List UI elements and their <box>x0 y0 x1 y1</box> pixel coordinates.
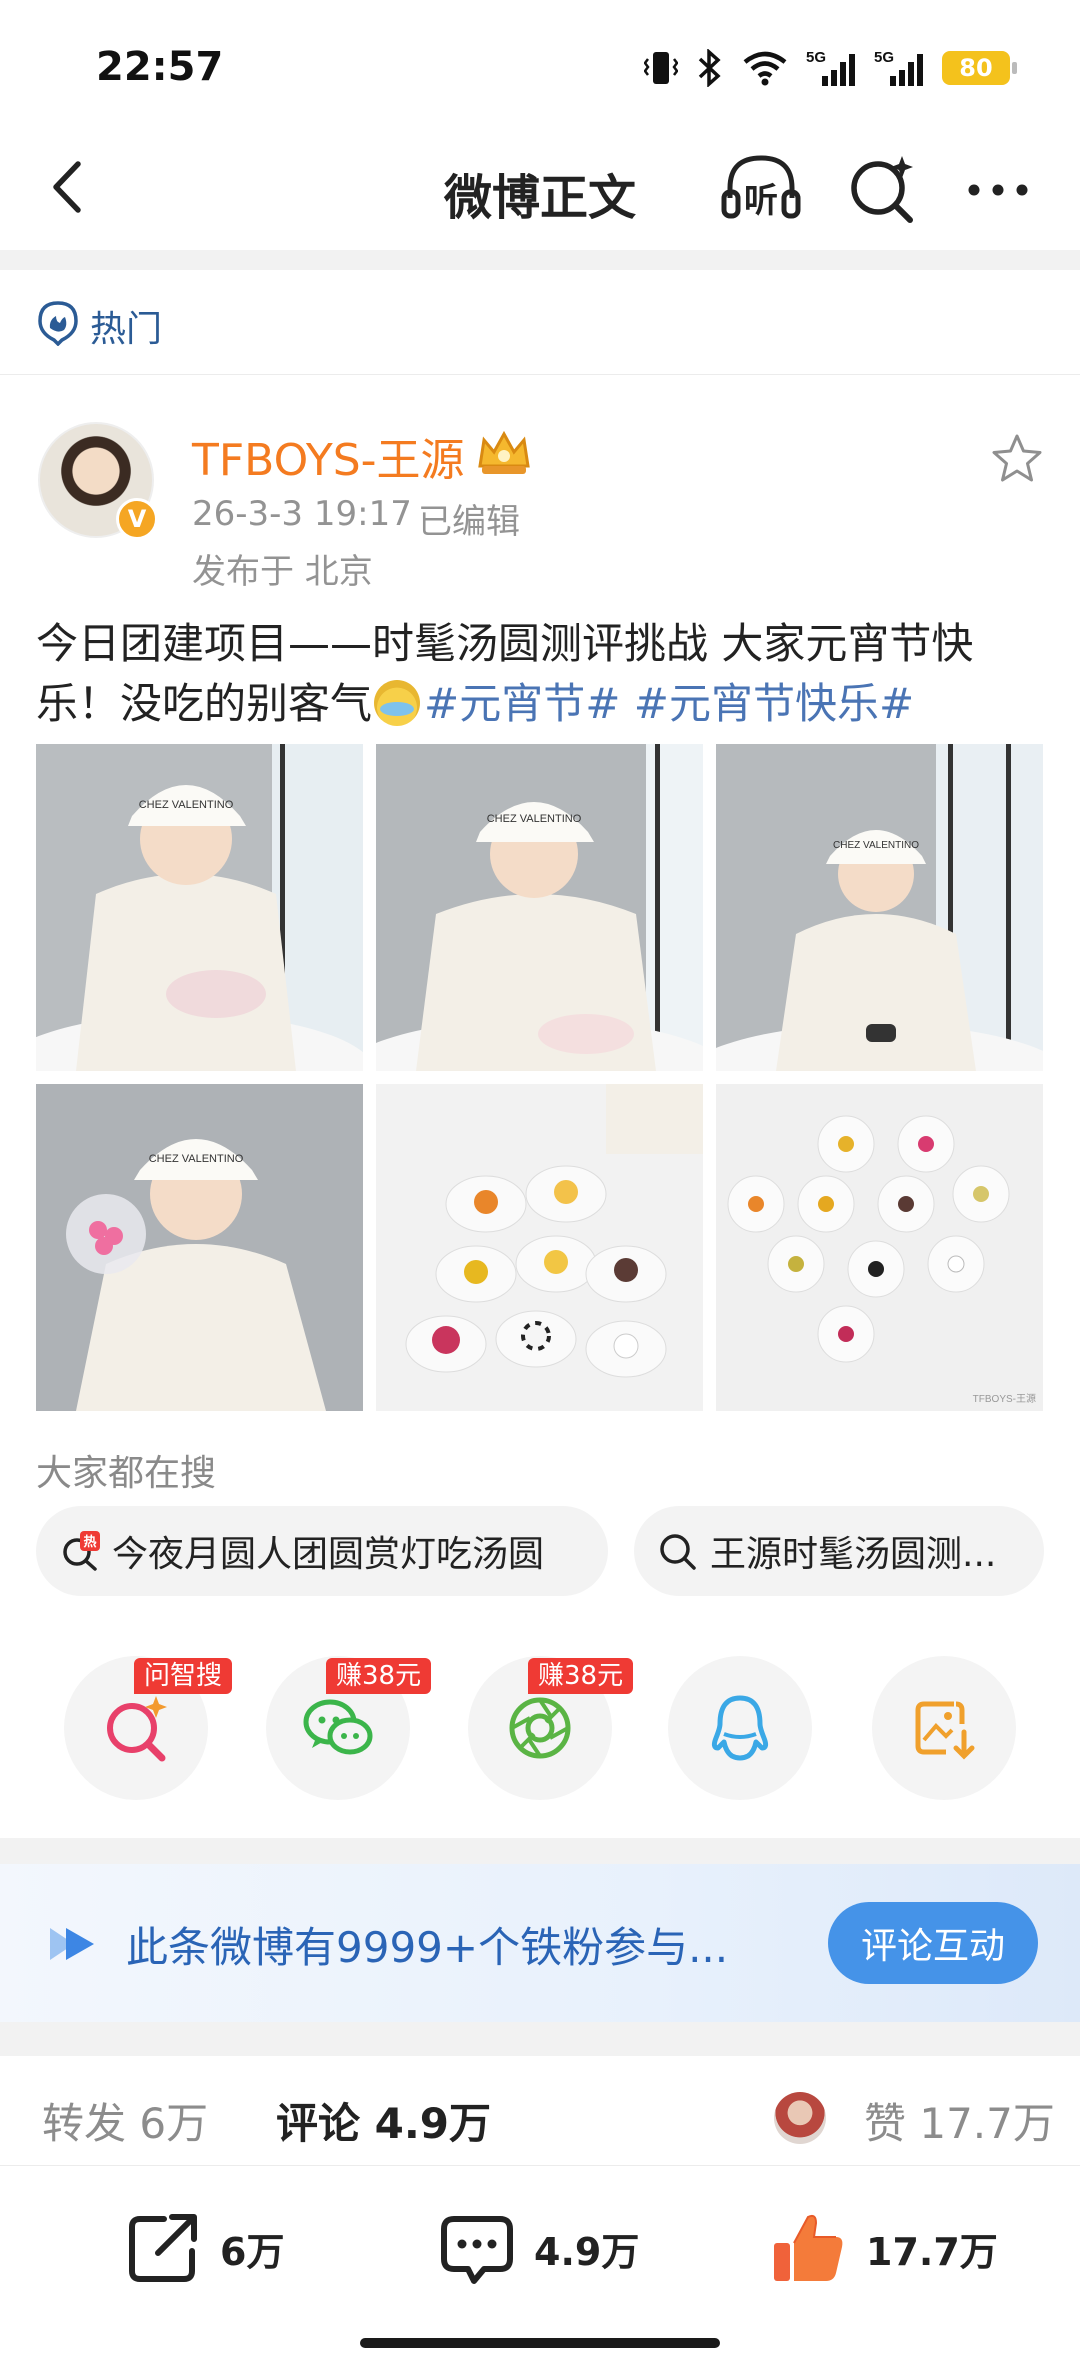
stats-tabs: 转发 6万 评论 4.9万 赞 17.7万 <box>0 2056 1080 2166</box>
post-text: 今日团建项目——时髦汤圆测评挑战 大家元宵节快乐！没吃的别客气 #元宵节# #元宵… <box>36 614 1046 734</box>
listen-icon[interactable]: 听 <box>718 146 804 232</box>
repost-icon <box>129 2214 197 2282</box>
ai-search-icon[interactable] <box>842 148 922 228</box>
repost-button[interactable]: 6万 <box>124 2208 284 2288</box>
photo-holding-tangyuan[interactable]: CHEZ VALENTINO <box>36 1084 363 1411</box>
signal-5g-icon: 5G <box>806 49 855 86</box>
trending-search-title: 大家都在搜 <box>36 1453 217 1494</box>
tab-repost[interactable]: 转发 6万 <box>42 2090 208 2151</box>
wifi-icon <box>743 51 787 86</box>
hot-label: 热门 <box>90 309 163 350</box>
svg-text:CHEZ VALENTINO: CHEZ VALENTINO <box>833 840 919 851</box>
photo-eating-3-image: CHEZ VALENTINO <box>716 744 1043 1071</box>
hashtag-link[interactable]: #元宵节快乐# <box>634 679 914 728</box>
status-icons: 5G 5G 80 <box>644 48 1017 88</box>
photo-holding-tangyuan-image: CHEZ VALENTINO <box>36 1084 363 1411</box>
svg-text:TFBOYS-王源: TFBOYS-王源 <box>973 1392 1036 1405</box>
battery-icon: 80 <box>942 51 1017 85</box>
svg-text:5G: 5G <box>874 49 894 66</box>
photo-eating-1-image: CHEZ VALENTINO <box>36 744 363 1071</box>
photo-eating-3[interactable]: CHEZ VALENTINO <box>716 744 1043 1071</box>
fans-banner[interactable]: 此条微博有9999+个铁粉参与... 评论互动 <box>0 1864 1080 2022</box>
hot-search-icon: 热 <box>63 1531 100 1571</box>
share-tag: 赚38元 <box>326 1658 432 1694</box>
svg-text:听: 听 <box>744 181 778 221</box>
comment-count: 4.9万 <box>534 2229 640 2274</box>
divider <box>0 1838 1080 1864</box>
photo-eating-2[interactable]: CHEZ VALENTINO <box>376 744 703 1071</box>
search-suggestion-2[interactable]: 王源时髦汤圆测... <box>634 1506 1044 1596</box>
bottom-action-bar: 6万 4.9万 17.7万 <box>0 2168 1080 2373</box>
more-icon[interactable] <box>962 160 1034 220</box>
divider <box>0 2022 1080 2056</box>
signal-5g-icon: 5G <box>874 49 923 86</box>
share-tag: 赚38元 <box>528 1658 634 1694</box>
status-bar: 22:57 5G 5G 80 <box>0 0 1080 130</box>
edited-label[interactable]: 已编辑 <box>418 494 520 543</box>
verified-badge: V <box>116 498 158 540</box>
status-time: 22:57 <box>96 44 224 90</box>
comment-interact-button[interactable]: 评论互动 <box>828 1902 1038 1984</box>
tab-like[interactable]: 赞 17.7万 <box>864 2090 1055 2151</box>
post-time: 26-3-3 19:17 <box>192 494 412 534</box>
search-suggestion-text: 王源时髦汤圆测... <box>710 1534 997 1575</box>
photo-tangyuan-table[interactable] <box>376 1084 703 1411</box>
author-name[interactable]: TFBOYS-王源 <box>192 424 465 488</box>
vibrate-icon <box>644 52 678 84</box>
like-button[interactable]: 17.7万 <box>770 2208 998 2288</box>
liker-avatar <box>774 2092 826 2144</box>
hot-topic-icon <box>38 301 78 346</box>
photo-eating-2-image: CHEZ VALENTINO <box>376 744 703 1071</box>
like-count: 17.7万 <box>866 2229 998 2274</box>
save-image-icon <box>915 1701 975 1760</box>
favorite-star-icon[interactable] <box>990 432 1044 486</box>
moments-icon <box>509 1697 571 1759</box>
repost-count: 6万 <box>220 2229 285 2274</box>
vip-crown-icon <box>478 430 530 474</box>
svg-text:热: 热 <box>83 1534 96 1550</box>
tab-comment[interactable]: 评论 4.9万 <box>276 2090 491 2151</box>
hashtag-link[interactable]: #元宵节# <box>424 679 620 728</box>
svg-text:CHEZ VALENTINO: CHEZ VALENTINO <box>487 813 582 825</box>
qq-icon <box>711 1695 769 1761</box>
fans-play-icon <box>50 1928 94 1960</box>
thumbs-up-icon <box>774 2214 843 2281</box>
search-icon <box>660 1534 696 1570</box>
divider <box>0 250 1080 270</box>
wechat-icon <box>303 1699 373 1755</box>
svg-text:5G: 5G <box>806 49 826 66</box>
bluetooth-icon <box>698 49 721 87</box>
post-location: 发布于 北京 <box>192 552 373 592</box>
share-tag: 问智搜 <box>134 1658 233 1694</box>
save-image-share-button[interactable] <box>872 1656 1016 1800</box>
tears-emoji-icon <box>374 680 421 726</box>
svg-text:CHEZ VALENTINO: CHEZ VALENTINO <box>149 1153 244 1165</box>
qq-share-button[interactable] <box>668 1656 812 1800</box>
fans-banner-text: 此条微博有9999+个铁粉参与... <box>126 1923 729 1972</box>
comment-button[interactable]: 4.9万 <box>438 2208 639 2288</box>
photo-eating-1[interactable]: CHEZ VALENTINO <box>36 744 363 1071</box>
photo-tangyuan-table-image <box>376 1084 703 1411</box>
photo-tangyuan-cups-image: TFBOYS-王源 <box>716 1084 1043 1411</box>
search-suggestion-text: 今夜月圆人团圆赏灯吃汤圆 <box>112 1534 545 1575</box>
ai-search-share-icon <box>107 1696 167 1762</box>
photo-tangyuan-cups[interactable]: TFBOYS-王源 <box>716 1084 1043 1411</box>
svg-text:CHEZ VALENTINO: CHEZ VALENTINO <box>139 799 234 811</box>
nav-bar: 微博正文 听 <box>0 130 1080 250</box>
comment-icon <box>441 2216 513 2284</box>
search-suggestion-1[interactable]: 热 今夜月圆人团圆赏灯吃汤圆 <box>36 1506 608 1596</box>
home-indicator[interactable] <box>360 2338 720 2348</box>
hot-section[interactable]: 热门 <box>0 270 1080 375</box>
